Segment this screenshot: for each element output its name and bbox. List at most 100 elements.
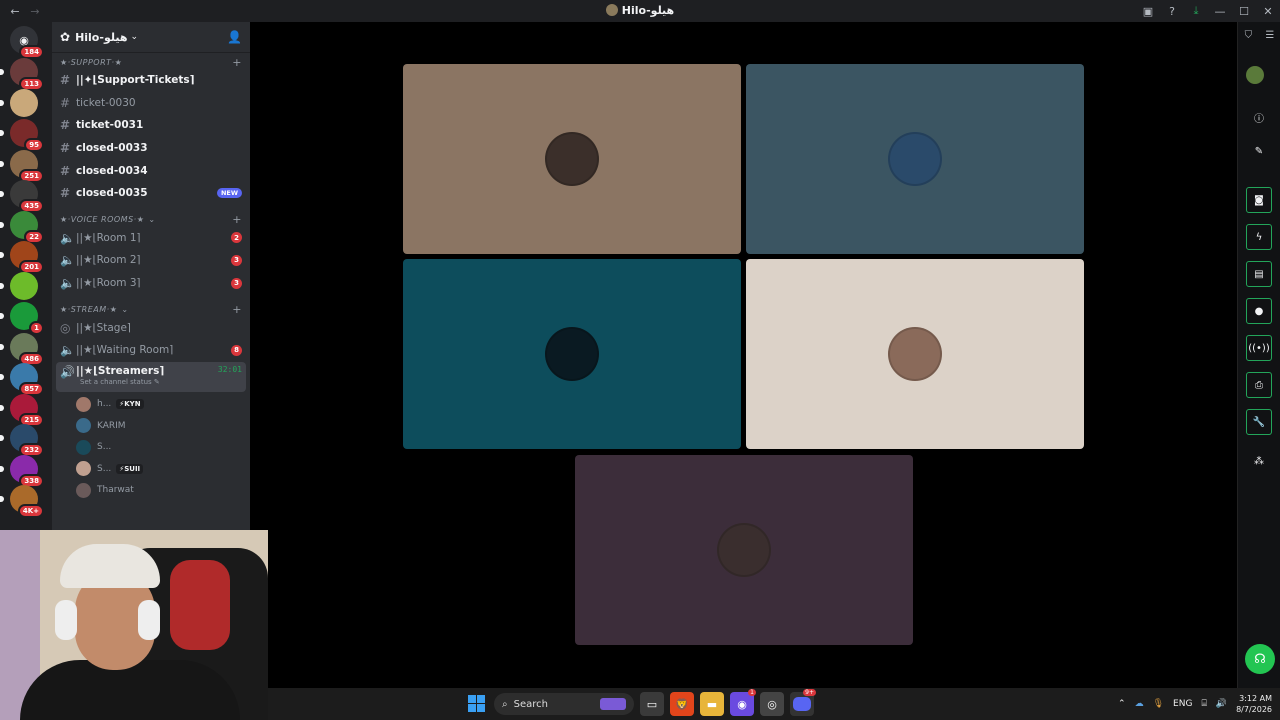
server-rail: ◉ 184 113 95 251 435 22 201 1 486 857 215 232 338 4K+ xyxy=(0,22,52,530)
unread-pill xyxy=(0,99,4,106)
voice-channel[interactable]: ◎ ||★⌊Stage⌉ xyxy=(52,316,250,339)
notes-icon[interactable]: ▤ xyxy=(1246,261,1272,287)
voice-channel[interactable]: 🔈 ||★⌊Room 1⌉ 2 xyxy=(52,227,250,250)
discord-window: ← → Hilo-هيلو ▣ ? ⤓ — ☐ ✕ ◉ 184 113 95 251 43… xyxy=(0,0,1280,720)
voice-channel[interactable]: 🔈 ||★⌊Room 2⌉ 3 xyxy=(52,249,250,272)
headset-support-icon[interactable]: ☊ xyxy=(1245,644,1275,674)
download-icon[interactable]: ⤓ xyxy=(1184,0,1208,22)
wrench-icon[interactable]: 🔧 xyxy=(1246,409,1272,435)
text-channel[interactable]: # closed-0035 NEW xyxy=(52,182,250,205)
hash-icon: # xyxy=(60,163,71,178)
share-icon[interactable]: ⁂ xyxy=(1246,448,1272,474)
menu-icon[interactable]: ☰ xyxy=(1265,30,1274,41)
voice-channel-streamers[interactable]: 🔊 ||★⌊Streamers⌉ 32:01 Set a channel sta… xyxy=(56,361,246,392)
help-icon[interactable]: ? xyxy=(1160,0,1184,22)
video-tile[interactable] xyxy=(403,259,741,449)
speaker-icon: 🔈 xyxy=(60,343,75,358)
server-icon[interactable] xyxy=(10,88,38,117)
unread-pill xyxy=(0,282,4,289)
text-channel[interactable]: # closed-0034 xyxy=(52,159,250,182)
server-icon[interactable]: 1 xyxy=(10,302,44,335)
inbox-icon[interactable]: ▣ xyxy=(1136,0,1160,22)
category-voice[interactable]: ★·VOICE ROOMS·★ ⌄ + xyxy=(52,213,250,227)
server-icon[interactable]: 435 xyxy=(10,180,44,213)
voice-member[interactable]: h... ⚡KYN xyxy=(52,394,250,416)
voice-channel[interactable]: 🔈 ||★⌊Waiting Room⌉ 8 xyxy=(52,339,250,362)
stage-icon: ◎ xyxy=(60,320,71,335)
voice-member[interactable]: S... xyxy=(52,437,250,459)
server-icon[interactable]: 4K+ xyxy=(10,485,44,518)
user-avatar[interactable] xyxy=(1246,66,1264,84)
avatar xyxy=(76,418,91,434)
text-channel[interactable]: # ticket-0030 xyxy=(52,92,250,115)
messenger-icon[interactable]: ◉ 1 xyxy=(730,689,756,716)
language-indicator[interactable]: ENG xyxy=(1173,699,1192,709)
discord-taskbar-icon[interactable]: 9+ xyxy=(790,689,816,716)
server-icon[interactable]: 857 xyxy=(10,363,44,396)
system-clock[interactable]: 3:12 AM 8/7/2026 xyxy=(1236,693,1272,715)
server-icon[interactable]: 113 xyxy=(10,58,44,91)
add-channel-icon[interactable]: + xyxy=(232,56,242,69)
text-channel[interactable]: # closed-0033 xyxy=(52,137,250,160)
voice-member[interactable]: Tharwat xyxy=(52,480,250,502)
server-icon[interactable]: 201 xyxy=(10,241,44,274)
add-channel-icon[interactable]: + xyxy=(232,213,242,226)
text-channel[interactable]: # ||✦⌊Support-Tickets⌉ xyxy=(52,69,250,92)
channel-name: closed-0034 xyxy=(76,164,148,177)
category-label: ★·STREAM·★ xyxy=(60,304,118,314)
system-tray: ⌃ ☁ 🎙 ENG ⌸ 🔊 3:12 AM 8/7/2026 xyxy=(1118,688,1272,720)
microphone-icon[interactable]: 🎙 xyxy=(1153,699,1164,709)
text-channel[interactable]: # ticket-0031 xyxy=(52,114,250,137)
info-icon[interactable]: ⓘ xyxy=(1246,104,1272,130)
maximize-button[interactable]: ☐ xyxy=(1232,0,1256,22)
minimize-button[interactable]: — xyxy=(1208,0,1232,22)
shield-icon[interactable]: ⛉ xyxy=(1245,30,1253,41)
camera-focus-icon[interactable]: ◙ xyxy=(1246,187,1272,213)
video-tile[interactable] xyxy=(575,455,913,645)
broadcast-icon[interactable]: ((•)) xyxy=(1246,335,1272,361)
home-discord-icon[interactable]: ◉ 184 xyxy=(10,26,44,59)
add-channel-icon[interactable]: + xyxy=(232,303,242,316)
video-tile[interactable] xyxy=(746,64,1084,254)
close-button[interactable]: ✕ xyxy=(1256,0,1280,22)
forward-arrow-icon[interactable]: → xyxy=(28,5,42,18)
network-icon[interactable]: ⌸ xyxy=(1201,699,1206,709)
brave-browser-icon[interactable]: 🦁 xyxy=(670,692,694,716)
chevron-up-icon[interactable]: ⌃ xyxy=(1118,699,1126,709)
volume-icon[interactable]: 🔊 xyxy=(1216,699,1227,709)
voice-member[interactable]: S... ⚡SUII xyxy=(52,458,250,480)
headphone-left xyxy=(55,600,77,640)
windows-start-icon[interactable] xyxy=(466,693,488,715)
member-name: S... xyxy=(97,463,112,474)
server-icon[interactable]: 251 xyxy=(10,149,44,183)
title-bar: ← → Hilo-هيلو ▣ ? ⤓ — ☐ ✕ xyxy=(0,0,1280,22)
channel-name: ticket-0031 xyxy=(76,119,144,132)
server-icon[interactable] xyxy=(10,271,38,300)
file-explorer-icon[interactable]: ▬ xyxy=(700,692,724,716)
task-view-icon[interactable]: ▭ xyxy=(640,692,664,716)
chat-icon[interactable]: ● xyxy=(1246,298,1272,324)
printer-icon[interactable]: ⎙ xyxy=(1246,372,1272,398)
category-support[interactable]: ★·SUPPORT·★ + xyxy=(52,55,250,69)
voice-channel[interactable]: 🔈 ||★⌊Room 3⌉ 3 xyxy=(52,272,250,295)
right-panel-header: ⛉ ☰ xyxy=(1238,30,1280,41)
bolt-icon[interactable]: ϟ xyxy=(1246,224,1272,250)
server-icon[interactable]: 22 xyxy=(10,210,44,244)
video-tile[interactable] xyxy=(403,64,741,254)
server-icon[interactable]: 95 xyxy=(10,119,44,152)
server-icon[interactable]: 338 xyxy=(10,454,44,488)
taskbar-search[interactable]: ⌕ Search xyxy=(494,693,634,715)
pencil-icon[interactable]: ✎ xyxy=(1246,138,1272,164)
back-arrow-icon[interactable]: ← xyxy=(8,5,22,18)
invite-people-icon[interactable]: 👤 xyxy=(227,30,242,44)
server-icon[interactable]: 486 xyxy=(10,332,44,366)
video-tile[interactable] xyxy=(746,259,1084,449)
chrome-icon[interactable]: ◎ xyxy=(760,692,784,716)
server-icon[interactable]: 232 xyxy=(10,424,44,457)
voice-member[interactable]: KARIM xyxy=(52,415,250,437)
server-icon[interactable]: 215 xyxy=(10,393,44,427)
guild-header[interactable]: ✿ Hilo-هيلو ⌄ 👤 xyxy=(52,22,250,53)
channel-status[interactable]: Set a channel status ✎ xyxy=(80,378,160,386)
category-stream[interactable]: ★·STREAM·★ ⌄ + xyxy=(52,302,250,316)
onedrive-icon[interactable]: ☁ xyxy=(1135,699,1144,709)
